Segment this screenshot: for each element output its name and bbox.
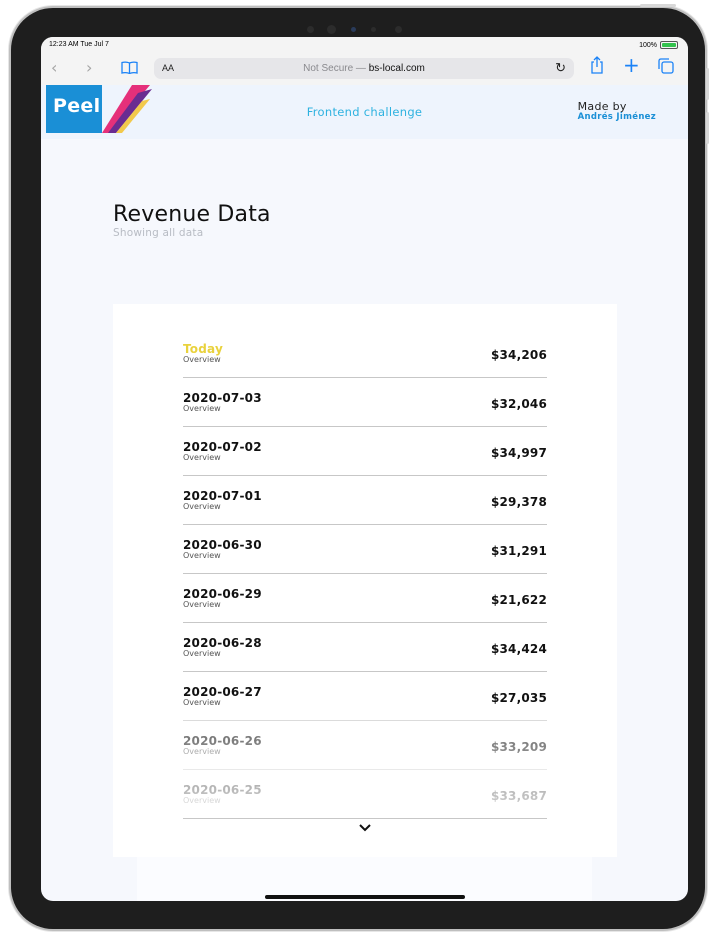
url-display[interactable]: Not Secure — bs-local.com xyxy=(154,63,574,74)
security-label: Not Secure — xyxy=(303,63,366,74)
revenue-row[interactable]: 2020-06-28 Overview $34,424 xyxy=(183,622,547,672)
row-label: Overview xyxy=(183,502,221,511)
revenue-card: Today Overview $34,206 2020-07-03 Overview $3… xyxy=(113,304,617,857)
back-icon[interactable]: ‹ xyxy=(51,59,57,77)
volume-button xyxy=(706,112,709,144)
screen: 12:23 AM Tue Jul 7 100% ‹ › AA Not Secur… xyxy=(41,37,688,901)
row-label: Overview xyxy=(183,600,221,609)
revenue-row[interactable]: 2020-07-01 Overview $29,378 xyxy=(183,475,547,525)
revenue-row[interactable]: 2020-06-27 Overview $27,035 xyxy=(183,671,547,721)
battery-icon xyxy=(660,41,678,49)
sensor-icon xyxy=(351,27,356,32)
row-label: Overview xyxy=(183,355,221,364)
status-bar: 12:23 AM Tue Jul 7 100% xyxy=(41,37,688,53)
row-date: 2020-06-27 xyxy=(183,685,262,699)
row-label: Overview xyxy=(183,551,221,560)
row-date: 2020-06-28 xyxy=(183,636,262,650)
sensor-icon xyxy=(395,26,402,33)
row-amount: $34,997 xyxy=(490,446,547,460)
list-fade xyxy=(183,720,547,818)
camera-icon xyxy=(307,26,314,33)
page-subtitle: Showing all data xyxy=(113,227,204,239)
row-label: Overview xyxy=(183,404,221,413)
made-by-label: Made by xyxy=(577,100,627,113)
domain-label: bs-local.com xyxy=(368,63,425,74)
status-time: 12:23 AM Tue Jul 7 xyxy=(49,41,109,48)
row-amount: $29,378 xyxy=(490,495,547,509)
row-label: Overview xyxy=(183,649,221,658)
row-date: 2020-07-03 xyxy=(183,391,262,405)
home-indicator[interactable] xyxy=(265,895,465,899)
row-date: Today xyxy=(183,342,223,356)
row-label: Overview xyxy=(183,698,221,707)
row-amount: $32,046 xyxy=(490,397,547,411)
bookmarks-icon[interactable] xyxy=(121,59,138,79)
row-date: 2020-06-30 xyxy=(183,538,262,552)
revenue-row[interactable]: 2020-07-02 Overview $34,997 xyxy=(183,426,547,476)
author-credit: Made by Andrés Jiménez xyxy=(578,101,656,122)
battery-status: 100% xyxy=(639,41,678,49)
row-amount: $21,622 xyxy=(490,593,547,607)
reload-icon[interactable]: ↻ xyxy=(555,60,566,76)
revenue-row[interactable]: 2020-06-30 Overview $31,291 xyxy=(183,524,547,574)
site-header: Peel Frontend challenge Made by Andrés J… xyxy=(41,85,688,139)
row-label: Overview xyxy=(183,453,221,462)
tabs-icon[interactable] xyxy=(658,58,674,79)
forward-icon[interactable]: › xyxy=(86,59,92,77)
row-amount: $31,291 xyxy=(490,544,547,558)
revenue-row[interactable]: 2020-07-03 Overview $32,046 xyxy=(183,377,547,427)
row-amount: $34,206 xyxy=(490,348,547,362)
share-icon[interactable] xyxy=(590,56,604,79)
power-button xyxy=(640,4,676,7)
volume-button xyxy=(706,68,709,100)
camera-lens-icon xyxy=(327,25,336,34)
page-title: Revenue Data xyxy=(113,202,271,227)
row-amount: $34,424 xyxy=(490,642,547,656)
battery-fill xyxy=(662,43,676,47)
chevron-down-icon[interactable] xyxy=(113,820,617,836)
row-date: 2020-07-02 xyxy=(183,440,262,454)
row-date: 2020-07-01 xyxy=(183,489,262,503)
revenue-row[interactable]: 2020-06-29 Overview $21,622 xyxy=(183,573,547,623)
revenue-row[interactable]: Today Overview $34,206 xyxy=(183,328,547,378)
browser-toolbar: ‹ › AA Not Secure — bs-local.com ↻ + xyxy=(41,53,688,86)
row-date: 2020-06-29 xyxy=(183,587,262,601)
camera-bar xyxy=(303,22,413,36)
address-bar[interactable]: AA Not Secure — bs-local.com ↻ xyxy=(154,58,574,79)
row-amount: $27,035 xyxy=(490,691,547,705)
battery-percent: 100% xyxy=(639,41,657,49)
sensor-icon xyxy=(371,27,376,32)
author-name[interactable]: Andrés Jiménez xyxy=(578,112,656,122)
new-tab-icon[interactable]: + xyxy=(623,55,640,75)
